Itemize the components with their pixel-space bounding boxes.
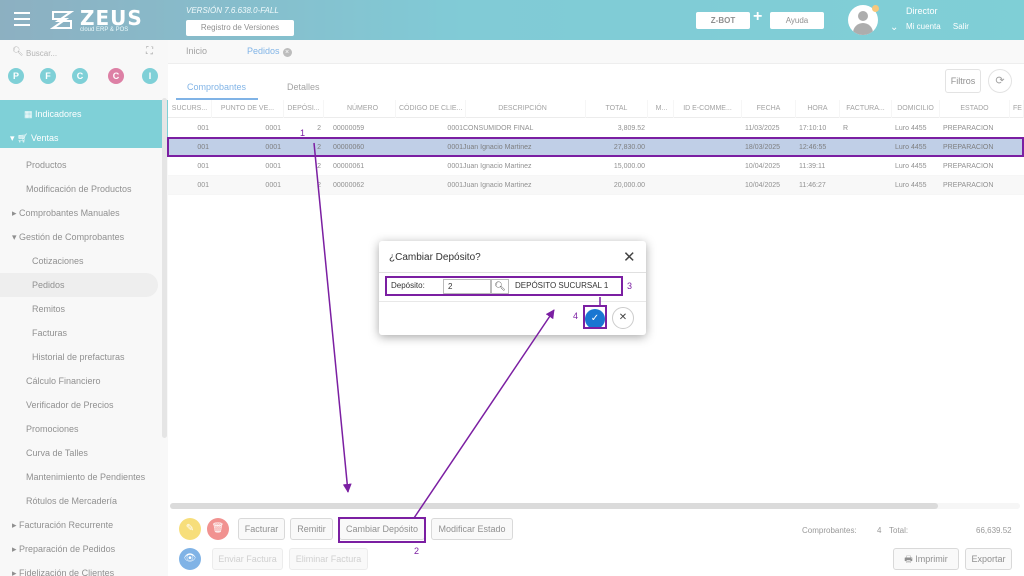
arrow-button-to-dialog (413, 309, 555, 519)
annotation-arrows (313, 142, 601, 519)
arrow-row-to-button (313, 142, 352, 493)
